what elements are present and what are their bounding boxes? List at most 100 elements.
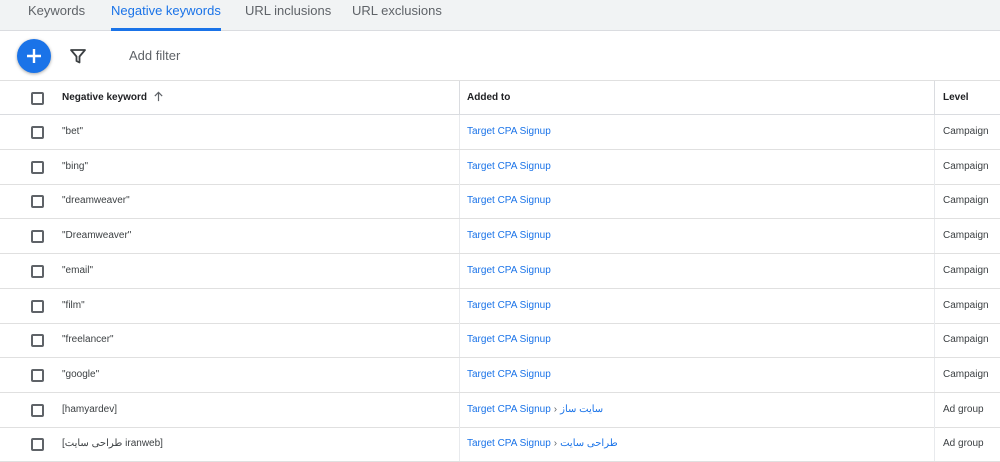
level-cell: Ad group	[934, 427, 1000, 462]
table-row[interactable]: "freelancer" Target CPA Signup Campaign	[0, 323, 1000, 359]
keyword-cell: "bet"	[57, 115, 459, 149]
level-cell: Ad group	[934, 392, 1000, 427]
row-checkbox-cell	[0, 184, 57, 218]
keyword-cell: "bing"	[57, 150, 459, 184]
campaign-link[interactable]: Target CPA Signup	[467, 265, 551, 276]
column-header-level[interactable]: Level	[934, 81, 1000, 115]
ad-group-link[interactable]: طراحی سایت	[560, 438, 618, 449]
arrow-up-icon	[154, 91, 163, 101]
negative-keyword-text: [طراحی سایت iranweb]	[62, 438, 163, 450]
negative-keyword-text: [hamyardev]	[62, 403, 118, 415]
table-row[interactable]: "film" Target CPA Signup Campaign	[0, 288, 1000, 324]
level-cell: Campaign	[934, 149, 1000, 184]
campaign-link[interactable]: Target CPA Signup	[467, 334, 551, 345]
row-checkbox-cell	[0, 289, 57, 323]
row-checkbox[interactable]	[31, 403, 44, 417]
add-negative-keyword-button[interactable]	[17, 39, 51, 73]
campaign-link[interactable]: Target CPA Signup	[467, 126, 551, 137]
chevron-right-icon: ›	[553, 438, 558, 450]
added-to-cell: Target CPA Signup	[459, 115, 934, 149]
ad-group-link[interactable]: سایت ساز	[560, 404, 603, 415]
campaign-link[interactable]: Target CPA Signup	[467, 161, 551, 172]
tab-bar: Keywords Negative keywords URL inclusion…	[0, 0, 1000, 31]
column-header-added-to[interactable]: Added to	[459, 81, 934, 115]
added-to-cell: Target CPA Signup	[459, 357, 934, 392]
negative-keyword-text: "google"	[62, 368, 100, 380]
row-checkbox[interactable]	[31, 368, 44, 382]
select-all-checkbox[interactable]	[31, 92, 44, 105]
campaign-link[interactable]: Target CPA Signup	[467, 230, 551, 241]
keyword-cell: "email"	[57, 254, 459, 288]
negative-keyword-text: "freelancer"	[62, 334, 114, 346]
level-cell: Campaign	[934, 357, 1000, 392]
row-checkbox[interactable]	[31, 334, 44, 348]
negative-keyword-text: "email"	[62, 264, 93, 276]
negative-keyword-text: "film"	[62, 299, 85, 311]
added-to-cell: Target CPA Signup	[459, 323, 934, 358]
chevron-right-icon: ›	[553, 403, 558, 415]
campaign-link[interactable]: Target CPA Signup	[467, 369, 551, 380]
level-cell: Campaign	[934, 115, 1000, 149]
table-row[interactable]: "dreamweaver" Target CPA Signup Campaign	[0, 184, 1000, 220]
keyword-cell: "dreamweaver"	[57, 184, 459, 218]
keyword-cell: "freelancer"	[57, 323, 459, 357]
level-cell: Campaign	[934, 219, 1000, 254]
keyword-cell: "google"	[57, 358, 459, 392]
added-to-cell: Target CPA Signup	[459, 219, 934, 254]
campaign-link[interactable]: Target CPA Signup	[467, 300, 551, 311]
row-checkbox-cell	[0, 427, 57, 461]
toolbar: Add filter	[0, 31, 1000, 80]
negative-keyword-text: "bing"	[62, 160, 89, 172]
column-header-label: Negative keyword	[62, 92, 148, 103]
row-checkbox-cell	[0, 219, 57, 253]
level-cell: Campaign	[934, 288, 1000, 323]
row-checkbox[interactable]	[31, 195, 44, 209]
campaign-link[interactable]: Target CPA Signup	[467, 404, 551, 415]
added-to-cell: Target CPA Signup › طراحی سایت	[459, 427, 934, 462]
row-checkbox-cell	[0, 150, 57, 184]
negative-keywords-table: Negative keyword Added to Level "bet" Tar…	[0, 80, 1000, 462]
row-checkbox[interactable]	[31, 299, 44, 313]
plus-icon	[27, 49, 41, 63]
level-cell: Campaign	[934, 184, 1000, 219]
tab-negative-keywords[interactable]: Negative keywords	[111, 0, 221, 31]
row-checkbox-cell	[0, 393, 57, 427]
tab-url-inclusions[interactable]: URL inclusions	[245, 0, 331, 31]
filter-funnel-icon[interactable]	[69, 47, 87, 65]
row-checkbox[interactable]	[31, 438, 44, 452]
added-to-cell: Target CPA Signup	[459, 184, 934, 219]
tab-url-exclusions[interactable]: URL exclusions	[352, 0, 442, 31]
row-checkbox[interactable]	[31, 160, 44, 174]
row-checkbox[interactable]	[31, 230, 44, 244]
table-row[interactable]: [hamyardev] Target CPA Signup › سایت ساز Ad …	[0, 392, 1000, 428]
row-checkbox[interactable]	[31, 264, 44, 278]
table-row[interactable]: "Dreamweaver" Target CPA Signup Campaign	[0, 219, 1000, 255]
table-row[interactable]: "google" Target CPA Signup Campaign	[0, 357, 1000, 393]
table-row[interactable]: "email" Target CPA Signup Campaign	[0, 253, 1000, 289]
negative-keyword-text: "Dreamweaver"	[62, 230, 132, 242]
row-checkbox-cell	[0, 254, 57, 288]
keyword-cell: [طراحی سایت iranweb]	[57, 427, 459, 461]
added-to-cell: Target CPA Signup	[459, 253, 934, 288]
table-header: Negative keyword Added to Level	[0, 80, 1000, 115]
keyword-cell: "film"	[57, 289, 459, 323]
table-row[interactable]: "bet" Target CPA Signup Campaign	[0, 115, 1000, 150]
row-checkbox-cell	[0, 358, 57, 392]
header-checkbox-cell	[0, 81, 57, 115]
added-to-cell: Target CPA Signup › سایت ساز	[459, 392, 934, 427]
column-header-negative-keyword[interactable]: Negative keyword	[57, 81, 459, 115]
tab-keywords[interactable]: Keywords	[28, 0, 85, 31]
level-cell: Campaign	[934, 323, 1000, 358]
row-checkbox[interactable]	[31, 126, 44, 139]
row-checkbox-cell	[0, 323, 57, 357]
added-to-cell: Target CPA Signup	[459, 288, 934, 323]
keyword-cell: "Dreamweaver"	[57, 219, 459, 253]
added-to-cell: Target CPA Signup	[459, 149, 934, 184]
table-row[interactable]: [طراحی سایت iranweb] Target CPA Signup › طر…	[0, 427, 1000, 462]
campaign-link[interactable]: Target CPA Signup	[467, 438, 551, 449]
negative-keyword-text: "dreamweaver"	[62, 195, 130, 207]
table-row[interactable]: "bing" Target CPA Signup Campaign	[0, 149, 1000, 185]
add-filter-button[interactable]: Add filter	[129, 48, 180, 63]
campaign-link[interactable]: Target CPA Signup	[467, 195, 551, 206]
row-checkbox-cell	[0, 115, 57, 149]
